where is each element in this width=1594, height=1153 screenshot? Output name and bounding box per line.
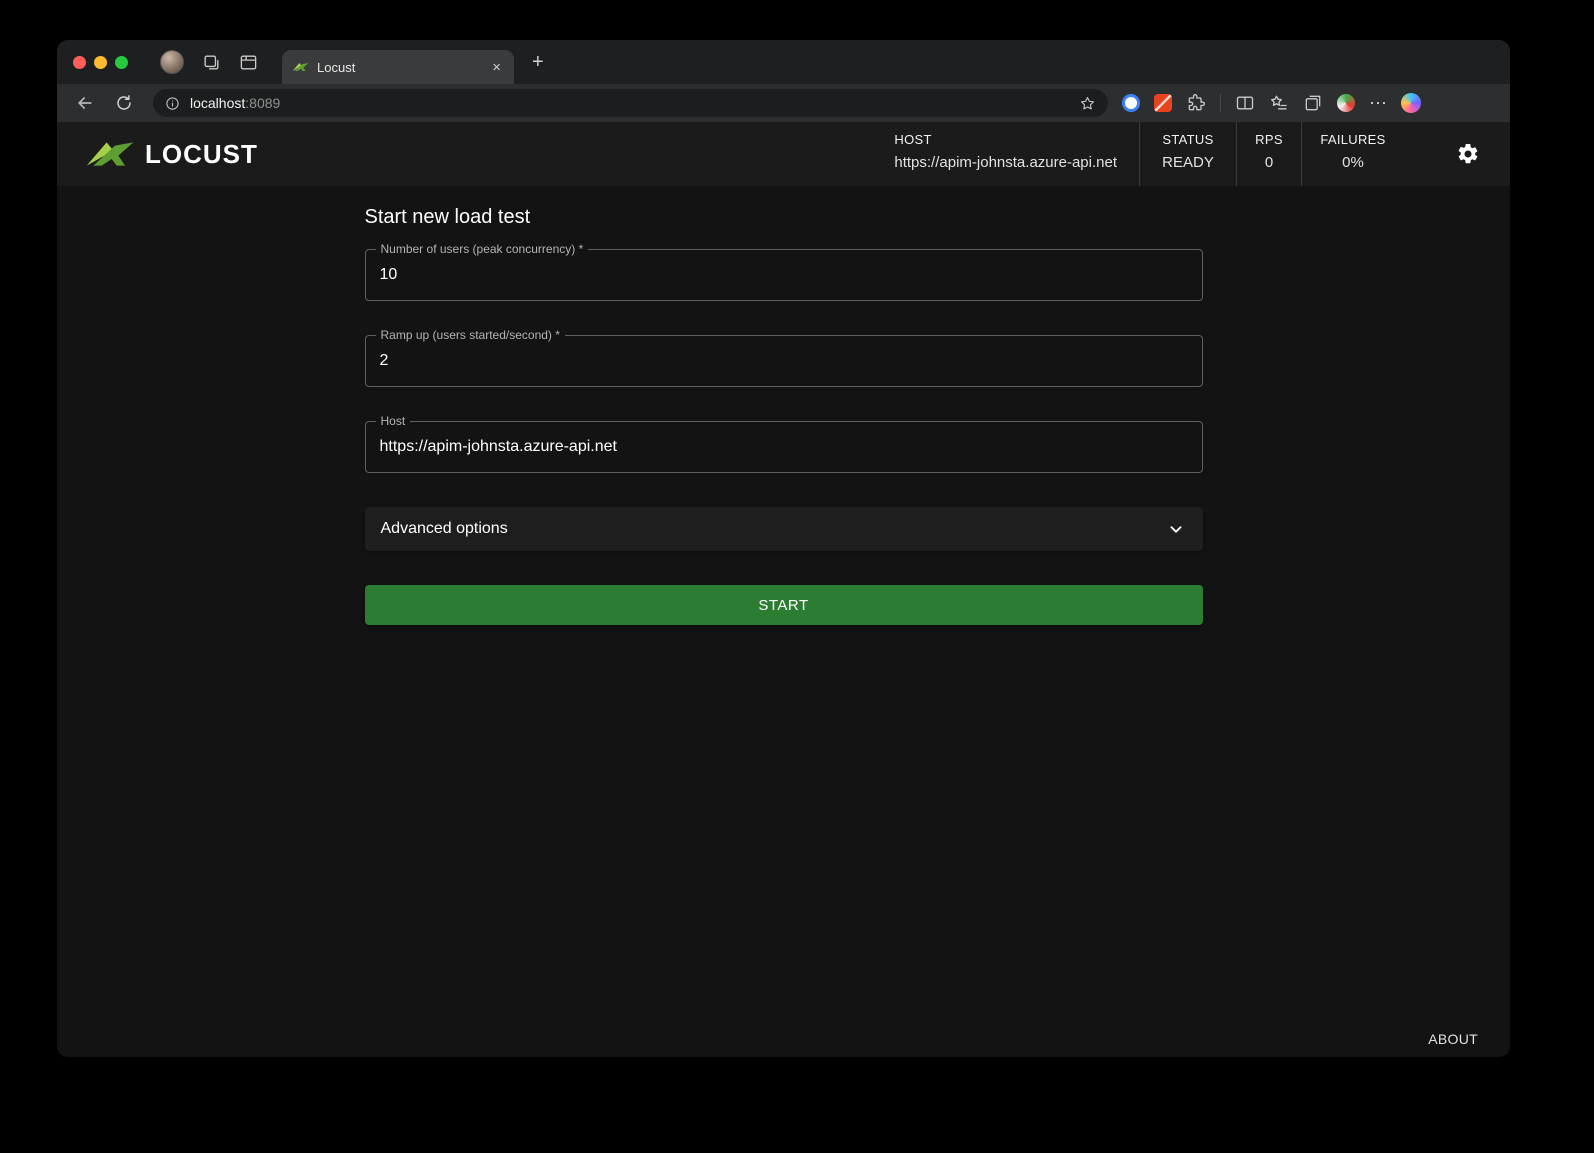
tab-title: Locust — [317, 60, 489, 75]
back-icon[interactable] — [75, 93, 95, 113]
extension-icon-colorful[interactable] — [1337, 94, 1355, 112]
collections-icon[interactable] — [1303, 93, 1323, 113]
users-field-label: Number of users (peak concurrency) * — [376, 242, 589, 256]
copilot-icon[interactable] — [1401, 93, 1421, 113]
url-host: localhost — [190, 95, 245, 111]
minimize-window-button[interactable] — [94, 56, 107, 69]
rampup-field-label: Ramp up (users started/second) * — [376, 328, 565, 342]
stat-rps-value: 0 — [1265, 154, 1273, 171]
stat-host-label: HOST — [894, 132, 931, 147]
profile-avatar[interactable] — [160, 50, 184, 74]
advanced-options-label: Advanced options — [381, 520, 1165, 538]
users-input[interactable] — [366, 250, 1202, 300]
locust-header: LOCUST HOST https://apim-johnsta.azure-a… — [57, 122, 1510, 186]
tab-search-icon[interactable] — [239, 53, 258, 72]
stat-failures: FAILURES 0% — [1302, 122, 1404, 186]
tab-strip: Locust × + — [57, 40, 1510, 84]
locust-brand[interactable]: LOCUST — [85, 122, 258, 186]
rampup-input[interactable] — [366, 336, 1202, 386]
locust-logo-icon — [85, 139, 135, 169]
page-title: Start new load test — [365, 206, 1203, 229]
browser-window: Locust × + localhost:8089 — [57, 40, 1510, 1057]
more-menu-icon[interactable]: ⋯ — [1369, 94, 1387, 112]
start-test-form: Start new load test Number of users (pea… — [365, 186, 1203, 625]
stat-host: HOST https://apim-johnsta.azure-api.net — [894, 122, 1139, 186]
toolbar-divider — [1220, 94, 1221, 112]
extension-icon-orange[interactable] — [1154, 94, 1172, 112]
new-tab-button[interactable]: + — [532, 52, 544, 72]
stat-failures-value: 0% — [1342, 154, 1364, 171]
stat-status-value: READY — [1162, 154, 1214, 171]
favorites-icon[interactable] — [1269, 93, 1289, 113]
stat-status-label: STATUS — [1162, 132, 1213, 147]
site-info-icon[interactable] — [165, 96, 180, 111]
host-field: Host — [365, 421, 1203, 473]
start-button[interactable]: START — [365, 585, 1203, 625]
split-screen-icon[interactable] — [1235, 93, 1255, 113]
advanced-options-accordion[interactable]: Advanced options — [365, 507, 1203, 551]
brand-name: LOCUST — [145, 139, 258, 170]
host-input[interactable] — [366, 422, 1202, 472]
zoom-window-button[interactable] — [115, 56, 128, 69]
browser-toolbar: localhost:8089 — [57, 84, 1510, 122]
extensions-puzzle-icon[interactable] — [1186, 93, 1206, 113]
page-content: Start new load test Number of users (pea… — [57, 186, 1510, 1057]
workspaces-icon[interactable] — [202, 53, 221, 72]
host-field-label: Host — [376, 414, 411, 428]
settings-gear-icon[interactable] — [1456, 122, 1480, 186]
stat-status: STATUS READY — [1140, 122, 1236, 186]
bookmark-star-icon[interactable] — [1079, 95, 1096, 112]
about-link[interactable]: ABOUT — [1428, 1031, 1478, 1047]
rampup-field: Ramp up (users started/second) * — [365, 335, 1203, 387]
stat-rps-label: RPS — [1255, 132, 1283, 147]
url-port: :8089 — [245, 95, 280, 111]
tab-locust[interactable]: Locust × — [282, 50, 514, 84]
refresh-icon[interactable] — [115, 94, 133, 112]
stat-failures-label: FAILURES — [1320, 132, 1385, 147]
address-bar[interactable]: localhost:8089 — [153, 89, 1108, 117]
stat-host-value: https://apim-johnsta.azure-api.net — [894, 154, 1117, 171]
close-tab-icon[interactable]: × — [489, 59, 504, 76]
users-field: Number of users (peak concurrency) * — [365, 249, 1203, 301]
chevron-down-icon — [1165, 518, 1187, 540]
extension-icon-blue[interactable] — [1122, 94, 1140, 112]
locust-favicon — [292, 61, 309, 73]
stat-rps: RPS 0 — [1237, 122, 1301, 186]
close-window-button[interactable] — [73, 56, 86, 69]
